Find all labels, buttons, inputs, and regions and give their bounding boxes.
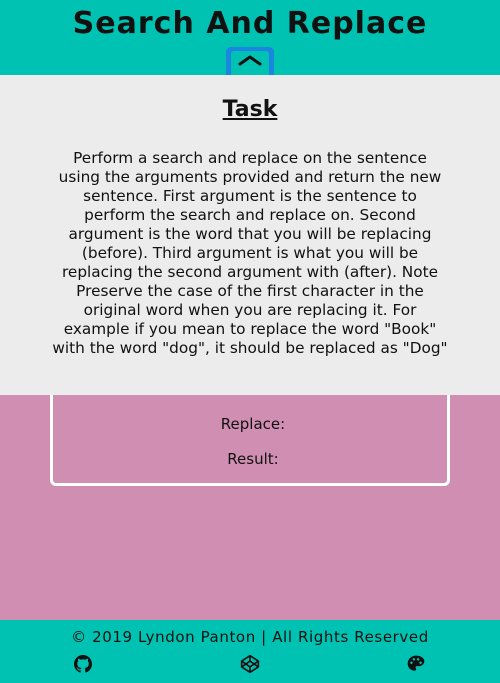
footer: © 2019 Lyndon Panton | All Rights Reserv… — [0, 620, 500, 683]
task-panel: Task Perform a search and replace on the… — [0, 75, 500, 395]
chevron-up-icon — [238, 55, 262, 66]
portfolio-link[interactable] — [406, 654, 426, 674]
github-link[interactable] — [73, 654, 93, 674]
app-title: Search And Replace — [72, 6, 428, 41]
github-icon — [74, 655, 92, 673]
palette-icon — [407, 655, 425, 671]
result-label: Result: — [227, 450, 279, 468]
copyright-text: © 2019 Lyndon Panton | All Rights Reserv… — [71, 628, 429, 646]
task-heading: Task — [222, 97, 278, 122]
task-description: Perform a search and replace on the sent… — [52, 149, 448, 357]
replace-label: Replace: — [220, 415, 286, 433]
codepen-icon — [240, 654, 260, 674]
app-header: Search And Replace — [0, 0, 500, 77]
codepen-link[interactable] — [240, 654, 260, 674]
toggle-task-button[interactable] — [226, 47, 274, 77]
